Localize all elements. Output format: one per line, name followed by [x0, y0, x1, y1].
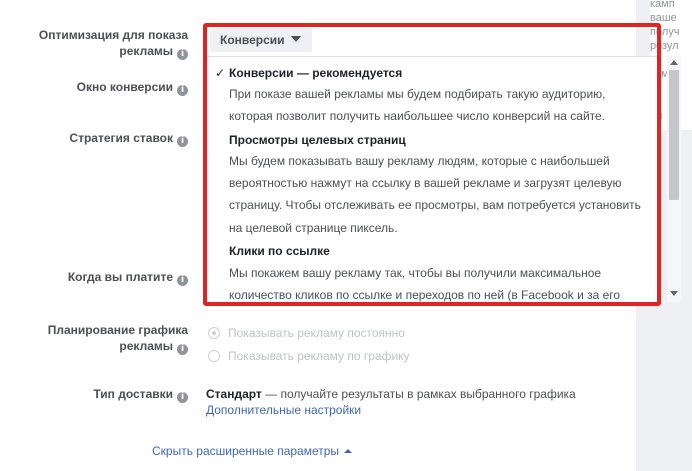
hide-advanced-text: Скрыть расширенные параметры — [152, 444, 340, 458]
schedule-always-label: Показывать рекламу постоянно — [228, 326, 405, 340]
when-you-pay-text: Когда вы платите — [67, 270, 173, 284]
conversion-window-text: Окно конверсии — [76, 80, 173, 94]
delivery-type-value: Стандарт — получайте результаты в рамках… — [206, 386, 576, 418]
schedule-by-calendar-radio[interactable] — [208, 350, 220, 362]
optimization-label: Оптимизация для показа рекламы i — [39, 27, 188, 60]
scroll-up-icon[interactable] — [670, 60, 678, 65]
when-you-pay-label: Когда вы платите i — [68, 269, 188, 286]
info-icon[interactable]: i — [177, 49, 188, 60]
schedule-label-line1: Планирование графика — [47, 323, 188, 337]
delivery-standard: Стандарт — [206, 387, 262, 401]
bid-strategy-label: Стратегия ставок i — [69, 130, 188, 147]
delivery-type-label: Тип доставки i — [93, 386, 188, 403]
scrollbar-thumb[interactable] — [669, 70, 679, 200]
optimization-label-line2: рекламы — [119, 44, 173, 58]
schedule-label: Планирование графика рекламы i — [48, 322, 188, 355]
schedule-always-radio[interactable] — [208, 327, 220, 339]
hide-advanced-link[interactable]: Скрыть расширенные параметры — [152, 443, 353, 459]
bid-strategy-text: Стратегия ставок — [69, 131, 173, 145]
conversion-window-label: Окно конверсии i — [77, 79, 188, 96]
schedule-label-line2: рекламы — [119, 339, 173, 353]
schedule-by-calendar-label: Показывать рекламу по графику — [228, 349, 410, 363]
info-icon[interactable]: i — [177, 392, 188, 403]
right-panel-text: камп — [650, 0, 675, 10]
highlight-frame — [203, 23, 661, 306]
info-icon[interactable]: i — [177, 344, 188, 355]
delivery-type-text: Тип доставки — [93, 387, 173, 401]
info-icon[interactable]: i — [177, 85, 188, 96]
caret-up-icon — [344, 449, 353, 453]
info-icon[interactable]: i — [177, 275, 188, 286]
delivery-description: — получайте результаты в рамках выбранно… — [261, 387, 576, 401]
info-icon[interactable]: i — [177, 136, 188, 147]
optimization-label-line1: Оптимизация для показа — [38, 28, 188, 42]
more-settings-link[interactable]: Дополнительные настройки — [206, 403, 361, 417]
scroll-down-icon[interactable] — [670, 291, 678, 296]
